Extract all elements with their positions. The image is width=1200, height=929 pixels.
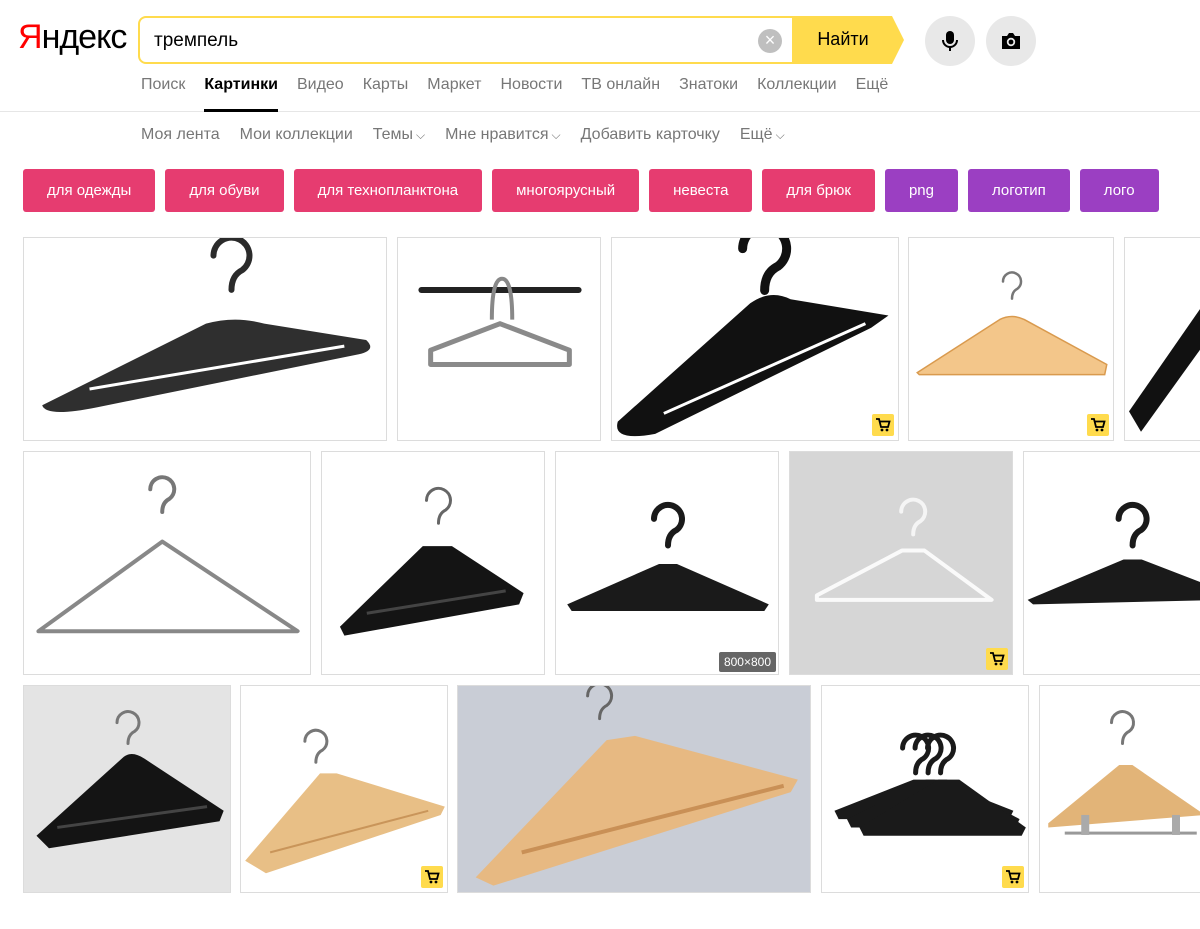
image-result[interactable]: [789, 451, 1013, 675]
hanger-image: [1048, 710, 1200, 835]
image-results-grid: 800×800: [0, 0, 1200, 929]
image-result[interactable]: [1039, 685, 1200, 893]
image-result[interactable]: [321, 451, 545, 675]
hanger-image: [42, 238, 371, 412]
hanger-image: [36, 710, 224, 849]
hanger-image: [475, 686, 798, 886]
image-result[interactable]: [1124, 237, 1200, 441]
hanger-image: [1027, 501, 1200, 605]
image-size-badge: 800×800: [718, 652, 776, 672]
hanger-image: [245, 728, 445, 874]
hanger-image: [617, 238, 889, 437]
image-result[interactable]: [23, 237, 387, 441]
image-result[interactable]: [1023, 451, 1200, 675]
image-result[interactable]: [908, 237, 1114, 441]
image-result[interactable]: [457, 685, 811, 893]
image-result[interactable]: [23, 451, 311, 675]
hanger-image: [339, 486, 524, 636]
shopping-cart-icon[interactable]: [1087, 414, 1109, 436]
shopping-cart-icon[interactable]: [986, 648, 1008, 670]
shopping-cart-icon[interactable]: [872, 414, 894, 436]
hanger-image: [814, 497, 994, 602]
hanger-image: [36, 475, 300, 634]
image-result[interactable]: [611, 237, 899, 441]
image-result[interactable]: 800×800: [555, 451, 779, 675]
image-result[interactable]: [23, 685, 231, 893]
image-result[interactable]: [821, 685, 1029, 893]
hanger-image: [567, 501, 769, 612]
hanger-image: [1129, 309, 1200, 432]
image-result[interactable]: [240, 685, 448, 893]
image-result[interactable]: [397, 237, 601, 441]
hanger-image: [834, 732, 1026, 836]
shopping-cart-icon[interactable]: [421, 866, 443, 888]
shopping-cart-icon[interactable]: [1002, 866, 1024, 888]
hanger-image: [916, 271, 1108, 376]
hanger-image: [418, 276, 582, 367]
